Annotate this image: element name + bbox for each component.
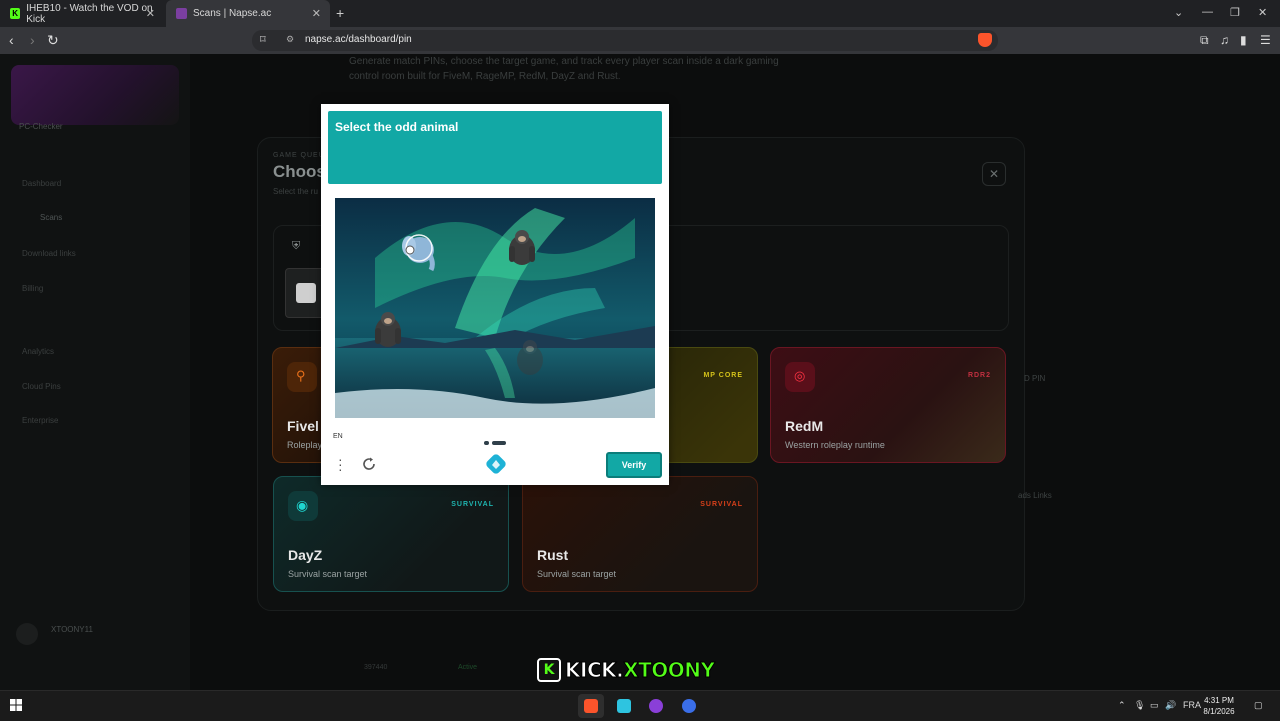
minimize-icon[interactable]: —: [1202, 6, 1213, 18]
bottom-value: 397440: [364, 664, 388, 671]
media-icon[interactable]: ♫: [1220, 33, 1229, 47]
brave-icon: [584, 699, 598, 713]
sidebar-item-billing[interactable]: Billing: [22, 284, 43, 293]
kick-watermark: K KICK. XTOONY: [537, 657, 716, 683]
sidebar-item-analytics[interactable]: Analytics: [22, 347, 54, 356]
back-icon[interactable]: ‹: [9, 32, 14, 48]
game-tag: SURVIVAL: [700, 501, 743, 508]
sidebar-item-enterprise[interactable]: Enterprise: [22, 416, 58, 425]
shield-icon: ⛨: [292, 240, 301, 252]
hero-description: Generate match PINs, choose the target g…: [349, 56, 779, 82]
clock-time: 4:31 PM: [1204, 696, 1234, 705]
joystick-icon: ⚲: [287, 362, 317, 392]
tab-napse[interactable]: Scans | Napse.ac ✕: [166, 0, 330, 27]
game-desc: Survival scan target: [288, 569, 368, 579]
app-icon: [682, 699, 696, 713]
watermark-text-a: KICK.: [564, 658, 624, 683]
game-tag: SURVIVAL: [451, 501, 494, 508]
taskbar: ⌃ 🎙 ▭ 🔊 FRA 4:31 PM 8/1/2026 ▢: [0, 690, 1280, 721]
game-tag: MP CORE: [703, 372, 743, 379]
game-name: Rust: [537, 547, 569, 563]
captcha-header: Select the odd animal: [328, 111, 662, 184]
captcha-prompt: Select the odd animal: [335, 120, 459, 134]
forward-icon[interactable]: ›: [30, 32, 35, 48]
sidebar: PC-Checker Dashboard Scans Download link…: [0, 54, 190, 690]
tray-chevron-icon[interactable]: ⌃: [1118, 700, 1126, 711]
network-icon[interactable]: ▭: [1150, 700, 1159, 711]
game-name: Fivel: [287, 418, 319, 434]
url-text: napse.ac/dashboard/pin: [305, 34, 412, 45]
game-desc: Roleplay: [287, 440, 323, 450]
url-field[interactable]: ⌑ ⚙ napse.ac/dashboard/pin: [252, 30, 998, 51]
tab-label: Scans | Napse.ac: [193, 8, 272, 19]
notifications-icon[interactable]: ▢: [1254, 700, 1263, 711]
close-icon[interactable]: ✕: [982, 162, 1006, 186]
more-options-icon[interactable]: · · ·: [338, 452, 343, 476]
sidebar-toggle-icon[interactable]: ▮: [1240, 33, 1247, 47]
taskbar-app-4[interactable]: [676, 694, 702, 718]
target-icon: ◎: [785, 362, 815, 392]
avatar[interactable]: [16, 623, 38, 645]
napse-icon: [176, 8, 187, 19]
bookmark-icon[interactable]: ⌑: [260, 33, 266, 46]
sidebar-item-downloads[interactable]: Download links: [22, 249, 76, 258]
taskbar-brave[interactable]: [578, 694, 604, 718]
refresh-icon[interactable]: [361, 456, 377, 472]
panel-subtitle: Select the ru: [273, 187, 318, 196]
tab-kick[interactable]: K IHEB10 - Watch the VOD on Kick ✕: [0, 0, 164, 27]
page-indicator: [484, 434, 509, 452]
sidebar-item-cloud-pins[interactable]: Cloud Pins: [22, 382, 61, 391]
right-label-pin: D PIN: [1024, 374, 1046, 383]
browser-tabbar: K IHEB10 - Watch the VOD on Kick ✕ Scans…: [0, 0, 1280, 27]
restore-icon[interactable]: ❐: [1230, 6, 1240, 19]
new-tab-icon[interactable]: +: [336, 5, 344, 21]
kick-icon: K: [10, 8, 21, 19]
game-card-dayz[interactable]: ◉ SURVIVAL DayZ Survival scan target: [273, 476, 509, 592]
game-name: RedM: [785, 418, 824, 434]
close-icon[interactable]: ✕: [312, 7, 321, 20]
captcha-dialog: Select the odd animal EN · · · Verify: [321, 104, 669, 485]
language-selector[interactable]: EN: [333, 433, 343, 440]
game-card-redm[interactable]: ◎ RDR2 RedM Western roleplay runtime: [770, 347, 1006, 463]
video-icon: [296, 283, 316, 303]
kick-logo-icon: K: [537, 658, 561, 682]
spotify-icon: [649, 699, 663, 713]
clock-date: 8/1/2026: [1203, 707, 1235, 716]
app-icon: [617, 699, 631, 713]
panel-title: Choos: [273, 162, 326, 181]
hcaptcha-logo-icon: [486, 454, 506, 474]
game-tag: RDR2: [967, 372, 991, 379]
chevron-down-icon[interactable]: ⌄: [1174, 6, 1183, 19]
menu-icon[interactable]: ☰: [1260, 33, 1271, 47]
sidebar-item-scans[interactable]: Scans: [40, 213, 62, 222]
brave-shield-icon[interactable]: [978, 33, 992, 47]
clock[interactable]: 4:31 PM 8/1/2026: [1199, 695, 1239, 717]
captcha-image[interactable]: [335, 198, 655, 418]
reload-icon[interactable]: ↻: [47, 32, 59, 49]
extensions-icon[interactable]: ⧉: [1200, 33, 1209, 48]
verify-button[interactable]: Verify: [606, 452, 662, 478]
watermark-text-b: XTOONY: [623, 658, 716, 683]
right-label-links: ads Links: [1018, 491, 1052, 500]
taskbar-spotify[interactable]: [643, 694, 669, 718]
game-desc: Survival scan target: [537, 569, 617, 579]
game-desc: Western roleplay runtime: [785, 440, 885, 450]
address-bar-row: ‹ › ↻ ⌑ ⚙ napse.ac/dashboard/pin ⧉ ♫ ▮ ☰: [0, 27, 1280, 54]
sidebar-item-dashboard[interactable]: Dashboard: [22, 179, 61, 188]
windows-start-icon[interactable]: [10, 699, 22, 711]
game-card-rust[interactable]: SURVIVAL Rust Survival scan target: [522, 476, 758, 592]
close-window-icon[interactable]: ✕: [1258, 6, 1267, 19]
sidebar-banner: [11, 65, 179, 125]
sidebar-brand: PC-Checker: [19, 122, 63, 131]
bottom-status: Active: [458, 664, 478, 671]
username: XTOONY11: [51, 625, 93, 634]
taskbar-app-2[interactable]: [611, 694, 637, 718]
fingerprint-icon: ◉: [288, 491, 318, 521]
close-icon[interactable]: ✕: [146, 7, 155, 20]
game-name: DayZ: [288, 547, 323, 563]
volume-icon[interactable]: 🔊: [1165, 700, 1176, 711]
microphone-icon[interactable]: 🎙: [1134, 700, 1145, 711]
tab-label: IHEB10 - Watch the VOD on Kick: [26, 2, 153, 25]
site-info-icon[interactable]: ⚙: [286, 34, 294, 45]
